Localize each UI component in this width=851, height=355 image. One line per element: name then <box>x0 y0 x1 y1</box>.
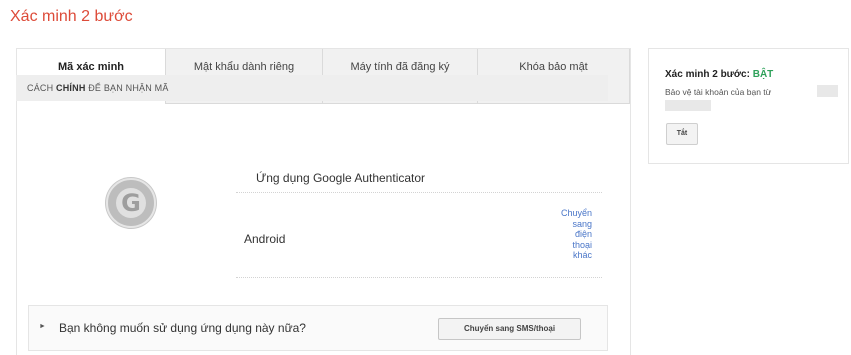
question-bar[interactable]: ► Bạn không muốn sử dụng ứng dụng này nữ… <box>28 305 608 351</box>
google-authenticator-icon: G <box>106 178 156 228</box>
status-title: Xác minh 2 bước: BẬT <box>665 69 773 80</box>
turn-off-button[interactable]: Tắt <box>666 123 698 145</box>
switch-phone-link[interactable]: Chuyển sang điện thoại khác <box>548 208 592 261</box>
status-label: Xác minh 2 bước: <box>665 69 753 80</box>
status-badge: BẬT <box>752 69 774 80</box>
status-description: Bảo vệ tài khoản của bạn từ <box>665 87 772 97</box>
device-name: Android <box>244 232 286 246</box>
section-header-prefix: CÁCH <box>27 83 57 93</box>
redacted-block <box>665 100 711 111</box>
section-header: CÁCH CHÍNH ĐỂ BẠN NHẬN MÃ <box>16 75 608 101</box>
divider <box>236 277 602 278</box>
app-name: Ứng dụng Google Authenticator <box>256 171 426 185</box>
redacted-block <box>817 85 838 97</box>
switch-to-sms-button[interactable]: Chuyển sang SMS/thoại <box>438 318 581 340</box>
divider <box>236 192 602 193</box>
expand-arrow-icon[interactable]: ► <box>39 323 46 330</box>
google-g-letter: G <box>116 188 146 218</box>
status-card: Xác minh 2 bước: BẬT Bảo vệ tài khoản củ… <box>648 48 849 164</box>
section-header-suffix: ĐỂ BẠN NHẬN MÃ <box>85 83 169 93</box>
section-header-bold: CHÍNH <box>56 83 86 93</box>
page-title: Xác minh 2 bước <box>10 8 133 25</box>
question-text: Bạn không muốn sử dụng ứng dụng này nữa? <box>59 321 306 335</box>
